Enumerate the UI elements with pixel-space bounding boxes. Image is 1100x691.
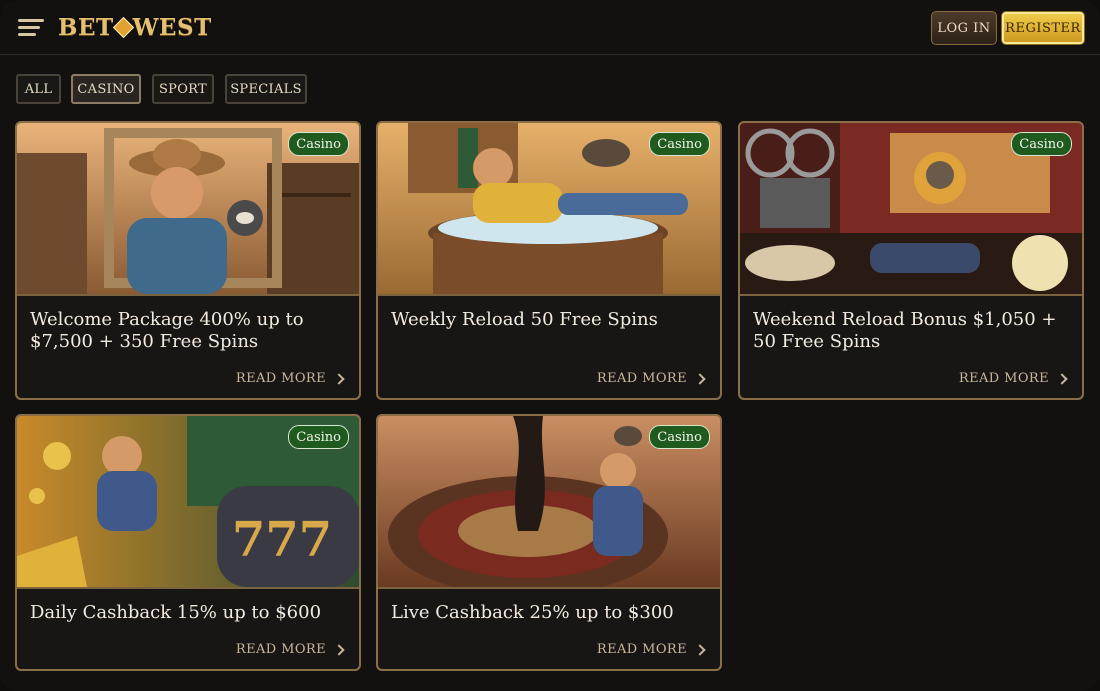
top-bar: BET WEST LOG IN REGISTER: [0, 0, 1100, 55]
read-more-link[interactable]: READ MORE: [596, 371, 706, 386]
logo-text-bet: BET: [58, 13, 114, 41]
read-more-label: READ MORE: [596, 371, 687, 386]
category-badge: Casino: [1011, 132, 1072, 156]
login-button[interactable]: LOG IN: [931, 11, 997, 45]
promo-title: Live Cashback 25% up to $300: [391, 602, 674, 623]
chevron-right-icon: [333, 643, 345, 656]
svg-text:777: 777: [232, 512, 332, 568]
category-badge: Casino: [649, 425, 710, 449]
read-more-link[interactable]: READ MORE: [235, 642, 345, 657]
logo-text-west: WEST: [132, 13, 212, 41]
promo-card-weekend-reload[interactable]: Casino Weekend Reload Bonus $1,050 + 50 …: [738, 121, 1084, 400]
chevron-right-icon: [694, 372, 706, 385]
read-more-link[interactable]: READ MORE: [235, 371, 345, 386]
promo-title: Welcome Package 400% up to $7,500 + 350 …: [30, 309, 304, 352]
filter-tab-all[interactable]: ALL: [16, 74, 61, 104]
read-more-label: READ MORE: [596, 642, 687, 657]
promo-card-welcome-package[interactable]: Casino Welcome Package 400% up to $7,500…: [15, 121, 361, 400]
read-more-label: READ MORE: [235, 371, 326, 386]
filter-tab-casino[interactable]: CASINO: [71, 74, 141, 104]
promo-title: Daily Cashback 15% up to $600: [30, 602, 322, 623]
filter-tab-specials[interactable]: SPECIALS: [225, 74, 307, 104]
category-badge: Casino: [288, 132, 349, 156]
hamburger-menu-icon[interactable]: [18, 17, 44, 37]
read-more-link[interactable]: READ MORE: [958, 371, 1068, 386]
read-more-link[interactable]: READ MORE: [596, 642, 706, 657]
promo-title: Weekend Reload Bonus $1,050 + 50 Free Sp…: [753, 309, 1057, 352]
chevron-right-icon: [694, 643, 706, 656]
read-more-label: READ MORE: [958, 371, 1049, 386]
promo-card-live-cashback[interactable]: Casino Live Cashback 25% up to $300 READ…: [376, 414, 722, 671]
promo-title: Weekly Reload 50 Free Spins: [391, 309, 658, 330]
filter-tab-sport[interactable]: SPORT: [152, 74, 214, 104]
category-badge: Casino: [288, 425, 349, 449]
chevron-right-icon: [1056, 372, 1068, 385]
promotions-page: BET WEST LOG IN REGISTER ALL CASINO SPORT…: [0, 0, 1100, 691]
chevron-right-icon: [333, 372, 345, 385]
register-button[interactable]: REGISTER: [1001, 11, 1085, 45]
betwest-logo[interactable]: BET WEST: [58, 10, 212, 44]
logo-gem-icon: [112, 16, 134, 38]
promo-card-weekly-reload[interactable]: Casino Weekly Reload 50 Free Spins READ …: [376, 121, 722, 400]
promo-card-daily-cashback[interactable]: 777 Casino Daily Cashback 15% up to $600…: [15, 414, 361, 671]
category-badge: Casino: [649, 132, 710, 156]
read-more-label: READ MORE: [235, 642, 326, 657]
